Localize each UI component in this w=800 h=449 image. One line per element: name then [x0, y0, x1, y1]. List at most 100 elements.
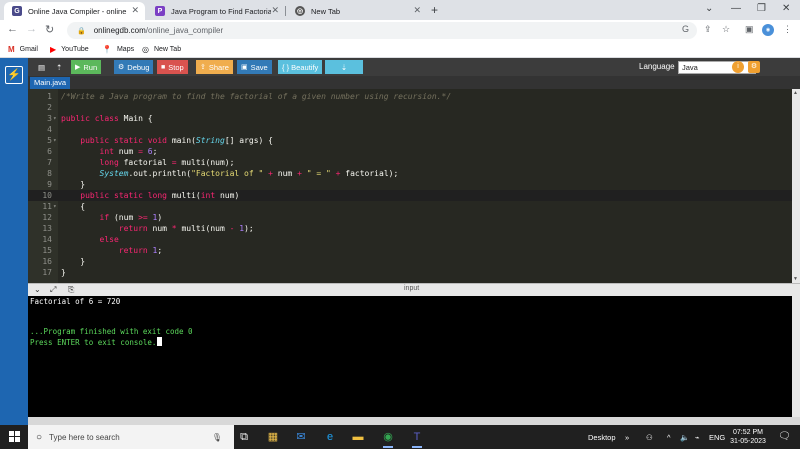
- volume-icon[interactable]: 🔈: [680, 433, 689, 442]
- code-line[interactable]: 2: [28, 102, 800, 113]
- save-button[interactable]: ▣ Save: [237, 60, 272, 74]
- store-icon[interactable]: ▦: [265, 429, 281, 445]
- onlinegdb-page: ⚡ ▤ ⇡ ▶ Run ⚙ Debug ■ Stop ⇪ Share ▣ Save { }…: [0, 58, 800, 425]
- bookmark-maps[interactable]: 📍 Maps: [102, 45, 134, 54]
- output-console[interactable]: Factorial of 6 = 720 ...Program finished…: [28, 296, 800, 417]
- share-icon[interactable]: ⇪: [704, 24, 712, 35]
- back-icon[interactable]: ←: [7, 23, 18, 35]
- bookmark-gmail[interactable]: M Gmail: [8, 45, 38, 54]
- code-line[interactable]: 1 /*Write a Java program to find the fact…: [28, 91, 800, 102]
- bottom-scroll-strip: [28, 417, 800, 425]
- minimize-icon[interactable]: —: [731, 3, 741, 14]
- code-line[interactable]: 6 int num = 6;: [28, 146, 800, 157]
- tab-search-icon[interactable]: ⌄: [705, 3, 713, 14]
- forward-icon[interactable]: →: [26, 23, 37, 35]
- close-window-icon[interactable]: ✕: [782, 3, 790, 14]
- info-icon[interactable]: i: [732, 61, 744, 73]
- scroll-up-icon[interactable]: ▲: [793, 90, 798, 96]
- save-label: Save: [250, 62, 268, 72]
- restore-icon[interactable]: ❐: [757, 3, 766, 14]
- lightning-menu-icon[interactable]: ⚡: [5, 66, 23, 84]
- code-line[interactable]: 17}: [28, 267, 800, 278]
- close-tab-icon[interactable]: ✕: [131, 5, 139, 16]
- code-line[interactable]: 3 ▾ public class Main {: [28, 113, 800, 124]
- task-view-icon[interactable]: ⧉: [236, 429, 252, 445]
- bookmark-new-tab[interactable]: ◎ New Tab: [142, 45, 181, 54]
- code-line[interactable]: 14 else: [28, 234, 800, 245]
- code-line[interactable]: 10 public static long multi(int num): [28, 190, 800, 201]
- line-number: 6: [47, 147, 52, 156]
- code-line[interactable]: 4: [28, 124, 800, 135]
- profile-avatar[interactable]: ◉: [762, 24, 774, 36]
- reload-icon[interactable]: ↻: [45, 23, 54, 36]
- browser-tab[interactable]: P Java Program to Find Factorial of ✕: [147, 2, 285, 20]
- google-translate-icon[interactable]: G: [682, 24, 689, 34]
- teams-icon[interactable]: T: [409, 429, 425, 448]
- new-tab-icon[interactable]: +: [431, 3, 438, 17]
- chrome-icon[interactable]: ◉: [380, 429, 396, 448]
- side-panel-icon[interactable]: ▣: [745, 24, 754, 35]
- file-tab-main-java[interactable]: Main.java: [30, 77, 71, 89]
- browser-tab-active[interactable]: G Online Java Compiler - online ed ✕: [4, 2, 145, 20]
- run-button[interactable]: ▶ Run: [71, 60, 102, 74]
- copy-icon[interactable]: ⎘: [68, 285, 74, 295]
- file-explorer-icon[interactable]: ▬: [350, 429, 366, 445]
- taskbar-clock[interactable]: 07:52 PM 31-05-2023: [728, 428, 768, 446]
- edge-icon[interactable]: e: [322, 429, 338, 445]
- code-line[interactable]: 5 ▾ public static void main(String[] args…: [28, 135, 800, 146]
- code-line[interactable]: 11 ▾ {: [28, 201, 800, 212]
- fold-toggle-icon[interactable]: ▾: [53, 201, 57, 212]
- address-bar[interactable]: 🔒 onlinegdb.com/online_java_compiler: [67, 22, 697, 39]
- clock-date: 31-05-2023: [730, 438, 766, 445]
- maps-pin-icon: 📍: [102, 45, 112, 54]
- share-button[interactable]: ⇪ Share: [196, 60, 233, 74]
- fold-toggle-icon[interactable]: ▾: [53, 113, 57, 124]
- code-line[interactable]: 16 }: [28, 256, 800, 267]
- close-tab-icon[interactable]: ✕: [413, 5, 421, 16]
- language-indicator[interactable]: ENG: [709, 433, 725, 442]
- expand-icon[interactable]: ⤢: [50, 285, 56, 295]
- network-icon[interactable]: ⌁: [695, 433, 700, 442]
- code-line[interactable]: 8 System.out.println("Factorial of " + n…: [28, 168, 800, 179]
- windows-start-icon[interactable]: [9, 431, 20, 442]
- debug-button[interactable]: ⚙ Debug: [114, 60, 154, 74]
- desktop-toolbar-label[interactable]: Desktop: [588, 433, 616, 442]
- code-line[interactable]: 13 return num * multi(num - 1);: [28, 223, 800, 234]
- bookmark-youtube[interactable]: ▶ YouTube: [50, 45, 89, 54]
- browser-tab[interactable]: ◎ New Tab ✕: [287, 2, 427, 20]
- microphone-icon[interactable]: 🎙: [212, 433, 222, 442]
- code-line[interactable]: 12 if (num >= 1): [28, 212, 800, 223]
- line-number: 8: [47, 169, 52, 178]
- download-button[interactable]: ⇣: [325, 60, 363, 74]
- close-tab-icon[interactable]: ✕: [271, 5, 279, 16]
- code-line[interactable]: 9 }: [28, 179, 800, 190]
- settings-gear-icon[interactable]: ⚙: [748, 61, 760, 73]
- code-line[interactable]: 7 long factorial = multi(num);: [28, 157, 800, 168]
- language-select[interactable]: Java ▾: [678, 61, 756, 74]
- console-scrollbar[interactable]: [792, 296, 800, 417]
- more-menu-icon[interactable]: ⋮: [783, 24, 792, 35]
- mail-icon[interactable]: ✉: [293, 429, 309, 445]
- language-value: Java: [682, 63, 698, 72]
- editor-scrollbar[interactable]: ▲ ▼: [792, 89, 800, 283]
- stop-icon: ■: [161, 63, 166, 71]
- taskbar-search-input[interactable]: ○ Type here to search 🎙: [28, 425, 234, 449]
- upload-icon[interactable]: ⇡: [52, 60, 66, 74]
- code-editor[interactable]: 1 /*Write a Java program to find the fact…: [28, 89, 800, 283]
- collapse-chevron-icon[interactable]: ⌄: [34, 285, 41, 294]
- line-number: 16: [42, 257, 52, 266]
- code-text: public static void main(String[] args) {: [80, 136, 273, 145]
- line-number: 15: [42, 246, 52, 255]
- tray-chevron-up-icon[interactable]: ^: [667, 433, 671, 442]
- people-icon[interactable]: ⚇: [646, 433, 653, 442]
- code-line[interactable]: 15 return 1;: [28, 245, 800, 256]
- new-file-icon[interactable]: ▤: [34, 60, 49, 74]
- notifications-icon[interactable]: 🗨: [778, 431, 791, 442]
- stop-button[interactable]: ■ Stop: [157, 60, 188, 74]
- bookmark-star-icon[interactable]: ☆: [722, 24, 730, 35]
- input-label[interactable]: input: [404, 285, 419, 292]
- desktop-toolbar-chevron-icon[interactable]: »: [625, 433, 629, 442]
- beautify-button[interactable]: { } Beautify: [278, 60, 323, 74]
- fold-toggle-icon[interactable]: ▾: [53, 135, 57, 146]
- scroll-down-icon[interactable]: ▼: [793, 276, 798, 282]
